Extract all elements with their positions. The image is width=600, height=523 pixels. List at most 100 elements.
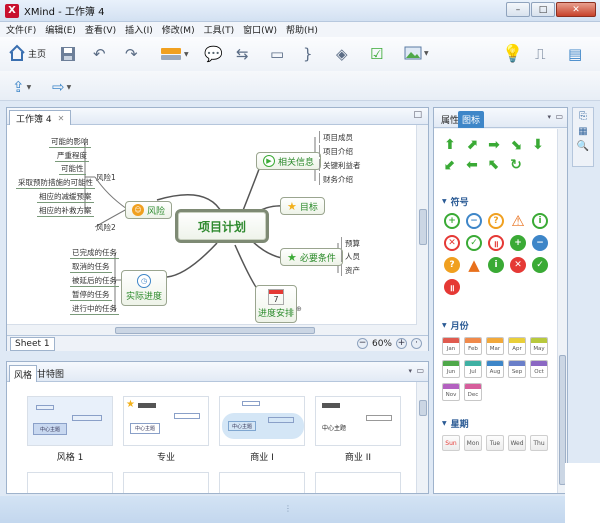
- weekday-wed-icon[interactable]: Wed: [508, 435, 526, 451]
- mind-map-canvas[interactable]: 项目计划 ☺ 风险 风险1 风险2 可能的影响 严重程度 可能性 采取预防措施的…: [7, 125, 417, 324]
- style-panel-scroll-thumb[interactable]: [419, 400, 427, 416]
- minus-circle-icon[interactable]: −: [466, 213, 482, 229]
- risk1-item[interactable]: 相应的补救方案: [37, 205, 94, 217]
- task-button[interactable]: ☑: [370, 45, 383, 63]
- vertical-scroll-thumb[interactable]: [419, 209, 427, 245]
- summary-button[interactable]: }: [303, 45, 313, 63]
- marker-button[interactable]: ◈: [336, 45, 348, 63]
- pause-circle-icon[interactable]: ॥: [488, 235, 504, 251]
- canvas-horizontal-scrollbar[interactable]: [7, 324, 417, 335]
- sheet-tab[interactable]: Sheet 1: [10, 336, 55, 351]
- month-sep-icon[interactable]: Sep: [508, 360, 526, 378]
- redo-button[interactable]: ↷: [125, 45, 138, 63]
- info-circle-icon[interactable]: i: [532, 213, 548, 229]
- arrow-up-right-icon[interactable]: ⬈: [464, 137, 480, 153]
- home-button[interactable]: 主页: [8, 44, 46, 62]
- topic-goal[interactable]: ★ 目标: [280, 197, 325, 215]
- arrow-up-icon[interactable]: ⬆: [442, 137, 458, 153]
- image-button[interactable]: ▼: [404, 46, 429, 60]
- menu-edit[interactable]: 编辑(E): [45, 23, 76, 36]
- arrow-down-left-icon[interactable]: ⬋: [442, 157, 458, 173]
- fit-zoom-button[interactable]: ·: [411, 338, 422, 349]
- style-card[interactable]: [123, 472, 209, 493]
- plus-circle-icon[interactable]: +: [444, 213, 460, 229]
- progress-item[interactable]: 已完成的任务: [70, 247, 119, 259]
- idea-button[interactable]: 💡: [502, 44, 523, 64]
- style-panel-scrollbar[interactable]: [416, 382, 428, 493]
- maximize-button[interactable]: □: [531, 2, 555, 17]
- month-may-icon[interactable]: May: [530, 337, 548, 355]
- plus-filled-icon[interactable]: +: [510, 235, 526, 251]
- x-filled-icon[interactable]: ✕: [510, 257, 526, 273]
- x-circle-icon[interactable]: ✕: [444, 235, 460, 251]
- month-dec-icon[interactable]: Dec: [464, 383, 482, 401]
- central-topic[interactable]: 项目计划: [175, 209, 269, 243]
- style-card[interactable]: [27, 472, 113, 493]
- menu-view[interactable]: 查看(V): [85, 23, 116, 36]
- topic-schedule[interactable]: 7 进度安排: [255, 285, 297, 323]
- month-oct-icon[interactable]: Oct: [530, 360, 548, 378]
- month-aug-icon[interactable]: Aug: [486, 360, 504, 378]
- menu-window[interactable]: 窗口(W): [243, 23, 277, 36]
- arrow-right-icon[interactable]: ➡: [486, 137, 502, 153]
- undo-button[interactable]: ↶: [93, 45, 106, 63]
- question-circle-icon[interactable]: ?: [488, 213, 504, 229]
- arrow-left-icon[interactable]: ⬅: [464, 157, 480, 173]
- arrow-down-icon[interactable]: ⬇: [530, 137, 546, 153]
- horizontal-scroll-thumb[interactable]: [115, 327, 315, 334]
- workbook-tab[interactable]: 工作簿 4 ✕: [9, 110, 72, 125]
- export-dropdown-icon[interactable]: ▼: [67, 84, 72, 91]
- progress-item[interactable]: 进行中的任务: [70, 303, 119, 315]
- risk1-label[interactable]: 风险1: [96, 172, 116, 183]
- condition-item[interactable]: 预算: [341, 237, 362, 249]
- callout-button[interactable]: 💬: [204, 45, 223, 63]
- check-filled-icon[interactable]: ✓: [532, 257, 548, 273]
- info-filled-icon[interactable]: i: [488, 257, 504, 273]
- warning-filled-icon[interactable]: ▲: [466, 256, 482, 274]
- menu-insert[interactable]: 插入(I): [125, 23, 153, 36]
- weekday-tue-icon[interactable]: Tue: [486, 435, 504, 451]
- month-nov-icon[interactable]: Nov: [442, 383, 460, 401]
- save-button[interactable]: [60, 46, 76, 62]
- style-card[interactable]: ★ 中心主题: [123, 396, 209, 446]
- condition-item[interactable]: 人员: [341, 250, 362, 262]
- section-week[interactable]: ▼ 星期: [442, 417, 469, 430]
- risk1-item[interactable]: 相应的减缓预案: [37, 191, 94, 203]
- topic-dropdown-icon[interactable]: ▼: [184, 51, 189, 58]
- canvas-vertical-scrollbar[interactable]: [416, 125, 428, 335]
- panel-menu-icon[interactable]: ▾: [547, 113, 551, 121]
- month-apr-icon[interactable]: Apr: [508, 337, 526, 355]
- topic-progress[interactable]: ◷ 实际进度: [121, 270, 167, 306]
- minimize-button[interactable]: –: [506, 2, 530, 17]
- topic-conditions[interactable]: ★ 必要条件: [280, 248, 343, 266]
- zoom-in-button[interactable]: +: [396, 338, 407, 349]
- style-card[interactable]: 中心主题: [219, 396, 305, 446]
- outline-view-icon[interactable]: ⎘: [579, 111, 587, 122]
- related-item[interactable]: 项目介绍: [319, 145, 355, 157]
- style-card[interactable]: [219, 472, 305, 493]
- topic-risk[interactable]: ☺ 风险: [125, 201, 173, 219]
- month-mar-icon[interactable]: Mar: [486, 337, 504, 355]
- upload-dropdown-icon[interactable]: ▼: [27, 84, 32, 91]
- related-item[interactable]: 关键利益者: [319, 159, 363, 171]
- style-card[interactable]: 中心主题: [315, 396, 401, 446]
- section-symbols[interactable]: ▼ 符号: [442, 195, 469, 208]
- weekday-sun-icon[interactable]: Sun: [442, 435, 460, 451]
- menu-file[interactable]: 文件(F): [6, 23, 36, 36]
- style-panel-menu-icon[interactable]: ▾: [408, 367, 412, 375]
- progress-item[interactable]: 被延后的任务: [70, 275, 119, 287]
- tab-gantt[interactable]: 甘特图: [33, 365, 68, 382]
- presentation-button[interactable]: ⎍: [535, 45, 546, 63]
- tab-icons[interactable]: 图标: [458, 111, 485, 128]
- related-item[interactable]: 财务介绍: [319, 173, 355, 185]
- related-item[interactable]: 项目成员: [319, 131, 355, 143]
- topic-button[interactable]: ▼: [160, 46, 189, 62]
- collapse-toggle-icon[interactable]: ⊕: [296, 305, 302, 313]
- risk1-item[interactable]: 可能的影响: [49, 136, 91, 148]
- risk2-label[interactable]: 风险2: [96, 222, 116, 233]
- pause-filled-icon[interactable]: ॥: [444, 279, 460, 295]
- risk1-item[interactable]: 严重程度: [55, 150, 89, 162]
- upload-button[interactable]: ⇪ ▼: [12, 78, 31, 96]
- question-filled-icon[interactable]: ?: [444, 257, 460, 273]
- weekday-thu-icon[interactable]: Thu: [530, 435, 548, 451]
